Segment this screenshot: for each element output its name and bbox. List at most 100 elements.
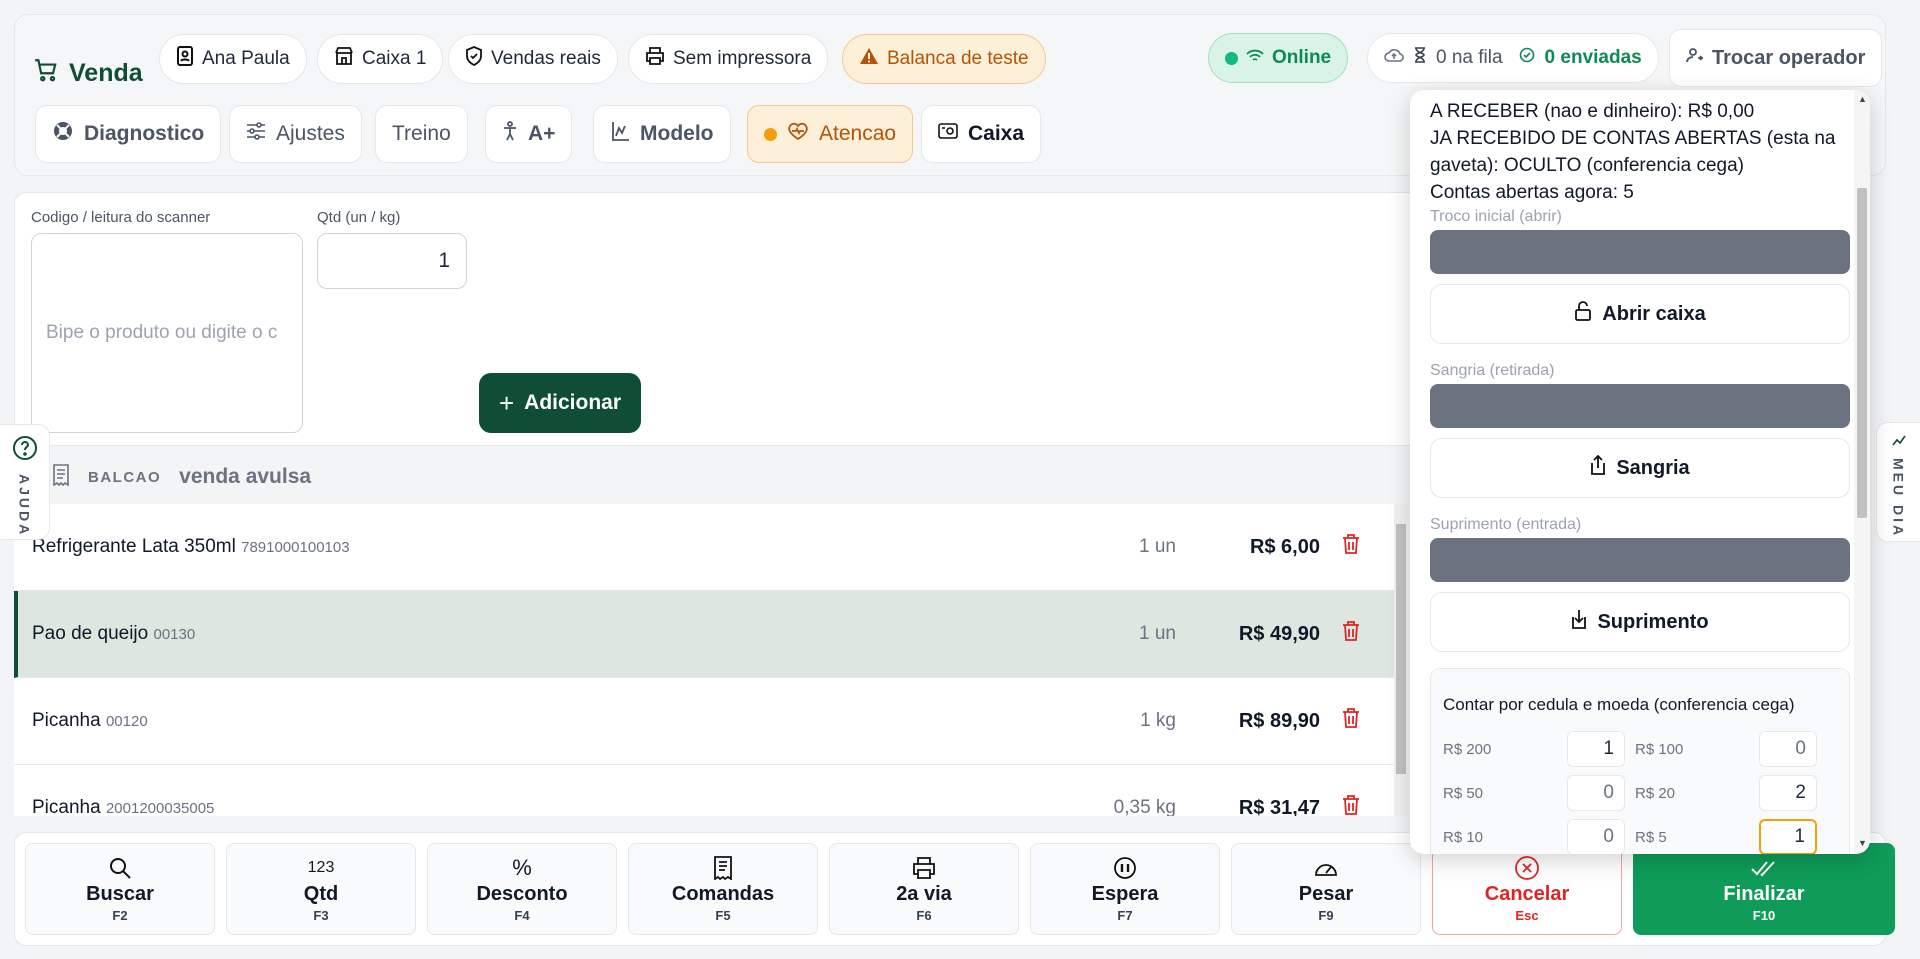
item-name: Picanha: [32, 797, 101, 816]
weigh-key[interactable]: Pesar F9: [1231, 843, 1421, 935]
denomination-input[interactable]: 0: [1567, 819, 1625, 854]
cancel-key[interactable]: Cancelar Esc: [1432, 843, 1622, 935]
withdraw-button[interactable]: Sangria: [1430, 438, 1850, 498]
chart-icon: [1891, 431, 1907, 452]
order-type-tag: BALCAO: [88, 468, 162, 486]
switch-operator-button[interactable]: Trocar operador: [1669, 29, 1883, 87]
blind-count-box: Contar por cedula e moeda (conferencia c…: [1430, 668, 1850, 854]
accessibility-icon: [502, 121, 518, 147]
scrollbar-thumb[interactable]: [1857, 188, 1867, 518]
reprint-key[interactable]: 2a via F6: [829, 843, 1019, 935]
mode-badge[interactable]: Vendas reais: [448, 34, 618, 84]
sliders-icon: [246, 122, 266, 146]
percent-icon: %: [512, 855, 532, 880]
denomination-label: R$ 10: [1443, 828, 1484, 846]
scale-badge[interactable]: Balanca de teste: [842, 34, 1046, 84]
pause-icon: [1113, 855, 1137, 881]
add-button[interactable]: + Adicionar: [479, 373, 641, 433]
my-day-tab[interactable]: MEU DIA: [1876, 422, 1920, 542]
connection-status: Online: [1208, 33, 1349, 83]
cash-button[interactable]: Caixa: [921, 105, 1042, 163]
item-price: R$ 49,90: [1238, 622, 1320, 645]
upload-icon: [1590, 454, 1606, 481]
denomination-input[interactable]: 1: [1567, 731, 1625, 767]
barcode-input[interactable]: Bipe o produto ou digite o c: [31, 233, 303, 433]
search-icon: [108, 855, 132, 881]
warning-dot-icon: [764, 127, 777, 141]
printer-icon: [912, 855, 936, 881]
scrollbar-thumb[interactable]: [1396, 524, 1406, 774]
withdraw-input[interactable]: [1430, 384, 1850, 428]
item-code: 00120: [105, 713, 148, 730]
font-size-button[interactable]: A+: [485, 105, 573, 163]
heart-pulse-icon: [787, 122, 809, 146]
supply-label: Suprimento (entrada): [1430, 516, 1582, 533]
opening-input[interactable]: [1430, 230, 1850, 274]
trash-icon[interactable]: [1342, 534, 1360, 559]
unlock-icon: [1574, 301, 1592, 327]
user-switch-icon: [1686, 46, 1704, 70]
check-circle-icon: [1519, 47, 1535, 69]
table-row[interactable]: Picanha 2001200035005 0,35 kg R$ 31,47: [14, 765, 1394, 816]
denomination-label: R$ 100: [1635, 740, 1684, 758]
search-key[interactable]: Buscar F2: [25, 843, 215, 935]
item-price: R$ 6,00: [1249, 535, 1320, 558]
item-qty: 1 un: [1139, 536, 1176, 557]
speedometer-icon: [1313, 855, 1339, 881]
receipt-icon: [712, 855, 734, 881]
denomination-input[interactable]: 1: [1759, 819, 1817, 854]
denomination-input[interactable]: 2: [1759, 775, 1817, 811]
table-row[interactable]: Pao de queijo 00130 1 un R$ 49,90: [14, 591, 1394, 678]
receivable-text: A RECEBER (nao e dinheiro): R$ 0,00: [1430, 101, 1755, 122]
open-register-button[interactable]: Abrir caixa: [1430, 284, 1850, 344]
hold-key[interactable]: Espera F7: [1030, 843, 1220, 935]
denomination-label: R$ 200: [1443, 740, 1492, 758]
help-tab[interactable]: AJUDA: [0, 424, 50, 540]
item-qty: 0,35 kg: [1113, 797, 1176, 816]
scroll-up-icon[interactable]: ▲: [1858, 94, 1867, 104]
trash-icon[interactable]: [1342, 795, 1360, 816]
qty-key[interactable]: 123 Qtd F3: [226, 843, 416, 935]
code-label: Codigo / leitura do scanner: [31, 209, 211, 226]
operator-badge[interactable]: Ana Paula: [159, 34, 307, 84]
qty-input[interactable]: 1: [317, 233, 467, 289]
table-row[interactable]: Refrigerante Lata 350ml 7891000100103 1 …: [14, 504, 1394, 591]
denomination-label: R$ 20: [1635, 784, 1676, 802]
denomination-input[interactable]: 0: [1759, 731, 1817, 767]
wifi-icon: [1246, 47, 1264, 69]
settings-button[interactable]: Ajustes: [229, 105, 362, 163]
question-icon: [12, 435, 38, 466]
item-list-scrollbar[interactable]: [1394, 504, 1408, 816]
panel-scrollbar[interactable]: ▲ ▼: [1854, 90, 1870, 854]
scroll-down-icon[interactable]: ▼: [1858, 838, 1867, 848]
training-button[interactable]: Treino: [375, 105, 468, 163]
trash-icon[interactable]: [1342, 708, 1360, 733]
model-button[interactable]: Modelo: [593, 105, 731, 163]
printer-icon: [645, 47, 665, 71]
denomination-input[interactable]: 0: [1567, 775, 1625, 811]
download-icon: [1571, 609, 1587, 635]
attention-button[interactable]: Atencao: [747, 105, 914, 163]
discount-key[interactable]: % Desconto F4: [427, 843, 617, 935]
table-row[interactable]: Picanha 00120 1 kg R$ 89,90: [14, 678, 1394, 765]
item-price: R$ 89,90: [1238, 709, 1320, 732]
trash-icon[interactable]: [1342, 621, 1360, 646]
item-list: Refrigerante Lata 350ml 7891000100103 1 …: [14, 504, 1394, 816]
count-title: Contar por cedula e moeda (conferencia c…: [1443, 695, 1795, 714]
printer-badge[interactable]: Sem impressora: [628, 34, 829, 84]
double-check-icon: [1750, 855, 1778, 881]
supply-button[interactable]: Suprimento: [1430, 592, 1850, 652]
warning-icon: [859, 47, 879, 71]
hourglass-icon: [1414, 47, 1426, 69]
diagnostics-button[interactable]: Diagnostico: [35, 105, 222, 163]
register-badge[interactable]: Caixa 1: [317, 34, 444, 84]
finalize-key[interactable]: Finalizar F10: [1633, 843, 1895, 935]
item-name: Picanha: [32, 710, 101, 731]
received-text: JA RECEBIDO DE CONTAS ABERTAS (esta na g…: [1430, 128, 1836, 176]
my-day-label: MEU DIA: [1890, 458, 1907, 539]
item-qty: 1 kg: [1140, 710, 1176, 731]
tabs-key[interactable]: Comandas F5: [628, 843, 818, 935]
qty-label: Qtd (un / kg): [317, 209, 401, 226]
supply-input[interactable]: [1430, 538, 1850, 582]
opening-label: Troco inicial (abrir): [1430, 208, 1562, 225]
